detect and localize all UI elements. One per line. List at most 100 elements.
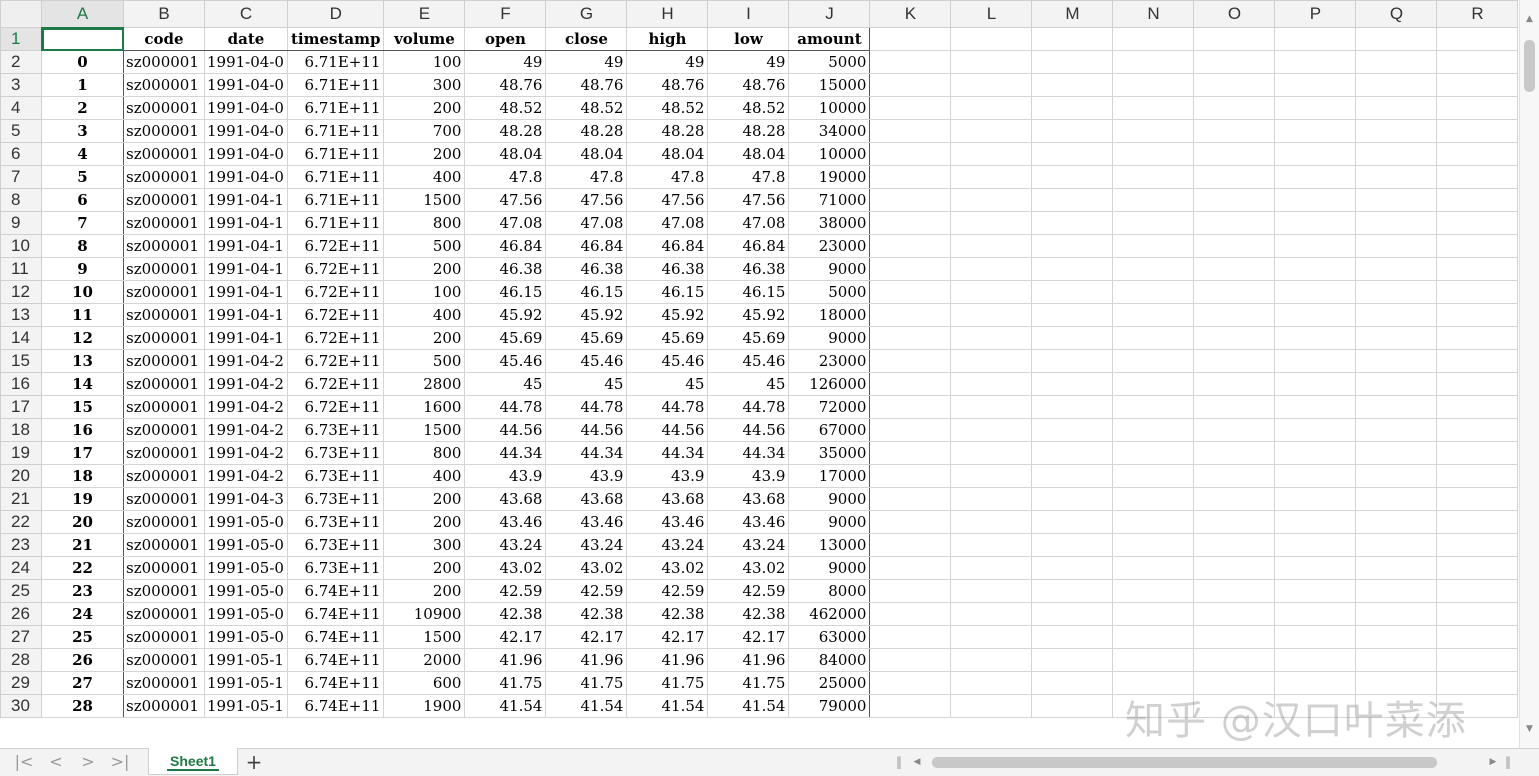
row-header[interactable]: 5 bbox=[0, 119, 42, 143]
cell-r18[interactable] bbox=[1436, 418, 1519, 442]
cell-b24[interactable]: sz000001 bbox=[123, 556, 205, 580]
row-header[interactable]: 12 bbox=[0, 280, 42, 304]
cell-d11[interactable]: 6.72E+11 bbox=[286, 257, 385, 281]
cell-n7[interactable] bbox=[1112, 165, 1195, 189]
cell-q10[interactable] bbox=[1355, 234, 1438, 258]
cell-d13[interactable]: 6.72E+11 bbox=[286, 303, 385, 327]
cell-h23[interactable]: 43.24 bbox=[626, 533, 709, 557]
cell-b6[interactable]: sz000001 bbox=[123, 142, 205, 166]
cell-o10[interactable] bbox=[1193, 234, 1276, 258]
cell-m2[interactable] bbox=[1031, 50, 1114, 74]
cell-d23[interactable]: 6.73E+11 bbox=[286, 533, 385, 557]
cell-k30[interactable] bbox=[869, 694, 952, 718]
cell-m30[interactable] bbox=[1031, 694, 1114, 718]
cell-p7[interactable] bbox=[1274, 165, 1357, 189]
cell-d8[interactable]: 6.71E+11 bbox=[286, 188, 385, 212]
cell-n19[interactable] bbox=[1112, 441, 1195, 465]
cell-h9[interactable]: 47.08 bbox=[626, 211, 709, 235]
cell-j27[interactable]: 63000 bbox=[788, 625, 871, 649]
prev-sheet-icon[interactable]: < bbox=[44, 752, 68, 772]
cell-k1[interactable] bbox=[869, 27, 952, 51]
cell-d5[interactable]: 6.71E+11 bbox=[286, 119, 385, 143]
cell-l23[interactable] bbox=[950, 533, 1033, 557]
cell-k26[interactable] bbox=[869, 602, 952, 626]
cell-n2[interactable] bbox=[1112, 50, 1195, 74]
cell-b7[interactable]: sz000001 bbox=[123, 165, 205, 189]
cell-c25[interactable]: 1991-05-0 bbox=[204, 579, 288, 603]
cell-i17[interactable]: 44.78 bbox=[707, 395, 790, 419]
cell-a26[interactable]: 24 bbox=[41, 602, 124, 626]
cell-l3[interactable] bbox=[950, 73, 1033, 97]
cell-a12[interactable]: 10 bbox=[41, 280, 124, 304]
cell-r21[interactable] bbox=[1436, 487, 1519, 511]
last-sheet-icon[interactable]: >| bbox=[108, 752, 132, 772]
cell-l12[interactable] bbox=[950, 280, 1033, 304]
cell-f2[interactable]: 49 bbox=[464, 50, 547, 74]
cell-q12[interactable] bbox=[1355, 280, 1438, 304]
cell-e1[interactable]: volume bbox=[383, 27, 466, 51]
cell-f10[interactable]: 46.84 bbox=[464, 234, 547, 258]
cell-q1[interactable] bbox=[1355, 27, 1438, 51]
cell-n27[interactable] bbox=[1112, 625, 1195, 649]
cell-f14[interactable]: 45.69 bbox=[464, 326, 547, 350]
cell-j17[interactable]: 72000 bbox=[788, 395, 871, 419]
cell-g27[interactable]: 42.17 bbox=[545, 625, 628, 649]
cell-r25[interactable] bbox=[1436, 579, 1519, 603]
cell-f21[interactable]: 43.68 bbox=[464, 487, 547, 511]
cell-a20[interactable]: 18 bbox=[41, 464, 124, 488]
cell-j18[interactable]: 67000 bbox=[788, 418, 871, 442]
cell-a2[interactable]: 0 bbox=[41, 50, 124, 74]
column-header-i[interactable]: I bbox=[707, 0, 790, 28]
cell-f26[interactable]: 42.38 bbox=[464, 602, 547, 626]
cell-d25[interactable]: 6.74E+11 bbox=[286, 579, 385, 603]
cell-q22[interactable] bbox=[1355, 510, 1438, 534]
cell-f29[interactable]: 41.75 bbox=[464, 671, 547, 695]
cell-l8[interactable] bbox=[950, 188, 1033, 212]
cell-i22[interactable]: 43.46 bbox=[707, 510, 790, 534]
cell-l9[interactable] bbox=[950, 211, 1033, 235]
cell-g24[interactable]: 43.02 bbox=[545, 556, 628, 580]
cell-l25[interactable] bbox=[950, 579, 1033, 603]
cell-l14[interactable] bbox=[950, 326, 1033, 350]
cell-o23[interactable] bbox=[1193, 533, 1276, 557]
cell-l26[interactable] bbox=[950, 602, 1033, 626]
row-header[interactable]: 4 bbox=[0, 96, 42, 120]
column-header-o[interactable]: O bbox=[1193, 0, 1276, 28]
cell-j1[interactable]: amount bbox=[788, 27, 871, 51]
cell-d20[interactable]: 6.73E+11 bbox=[286, 464, 385, 488]
scroll-left-icon[interactable]: ◀ bbox=[910, 752, 924, 772]
cell-m16[interactable] bbox=[1031, 372, 1114, 396]
cell-o28[interactable] bbox=[1193, 648, 1276, 672]
cell-a28[interactable]: 26 bbox=[41, 648, 124, 672]
cell-k18[interactable] bbox=[869, 418, 952, 442]
cell-g6[interactable]: 48.04 bbox=[545, 142, 628, 166]
cell-r9[interactable] bbox=[1436, 211, 1519, 235]
cell-o24[interactable] bbox=[1193, 556, 1276, 580]
cell-r22[interactable] bbox=[1436, 510, 1519, 534]
cell-l18[interactable] bbox=[950, 418, 1033, 442]
horizontal-scroll-thumb[interactable] bbox=[932, 757, 1437, 768]
cell-k17[interactable] bbox=[869, 395, 952, 419]
cell-l13[interactable] bbox=[950, 303, 1033, 327]
cell-q16[interactable] bbox=[1355, 372, 1438, 396]
cell-m27[interactable] bbox=[1031, 625, 1114, 649]
cell-n10[interactable] bbox=[1112, 234, 1195, 258]
cell-c23[interactable]: 1991-05-0 bbox=[204, 533, 288, 557]
cell-b23[interactable]: sz000001 bbox=[123, 533, 205, 557]
cell-a16[interactable]: 14 bbox=[41, 372, 124, 396]
cell-g12[interactable]: 46.15 bbox=[545, 280, 628, 304]
cell-p26[interactable] bbox=[1274, 602, 1357, 626]
cell-g16[interactable]: 45 bbox=[545, 372, 628, 396]
cell-p3[interactable] bbox=[1274, 73, 1357, 97]
cell-k20[interactable] bbox=[869, 464, 952, 488]
column-header-b[interactable]: B bbox=[123, 0, 205, 28]
cell-m8[interactable] bbox=[1031, 188, 1114, 212]
scroll-up-icon[interactable]: ▲ bbox=[1520, 10, 1539, 28]
cell-i13[interactable]: 45.92 bbox=[707, 303, 790, 327]
cell-r4[interactable] bbox=[1436, 96, 1519, 120]
cell-q9[interactable] bbox=[1355, 211, 1438, 235]
cell-c6[interactable]: 1991-04-0 bbox=[204, 142, 288, 166]
row-header[interactable]: 26 bbox=[0, 602, 42, 626]
cell-f17[interactable]: 44.78 bbox=[464, 395, 547, 419]
cell-n13[interactable] bbox=[1112, 303, 1195, 327]
